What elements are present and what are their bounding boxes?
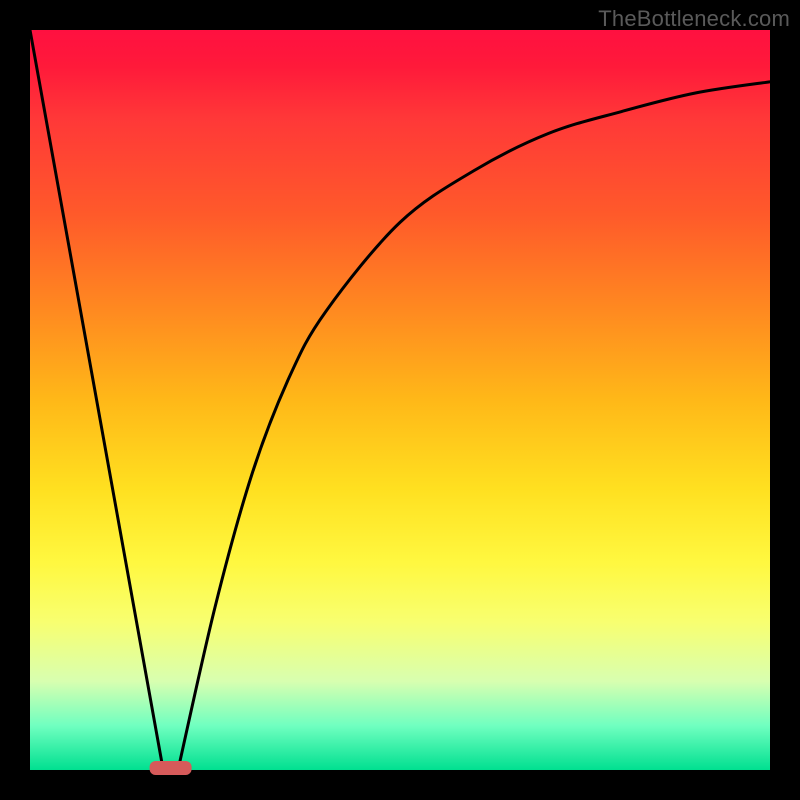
watermark-text: TheBottleneck.com xyxy=(598,6,790,32)
min-marker xyxy=(150,761,192,775)
chart-frame: TheBottleneck.com xyxy=(0,0,800,800)
curve-right-branch xyxy=(178,82,770,770)
curve-left-branch xyxy=(30,30,163,770)
chart-svg xyxy=(30,30,770,770)
plot-area xyxy=(30,30,770,770)
